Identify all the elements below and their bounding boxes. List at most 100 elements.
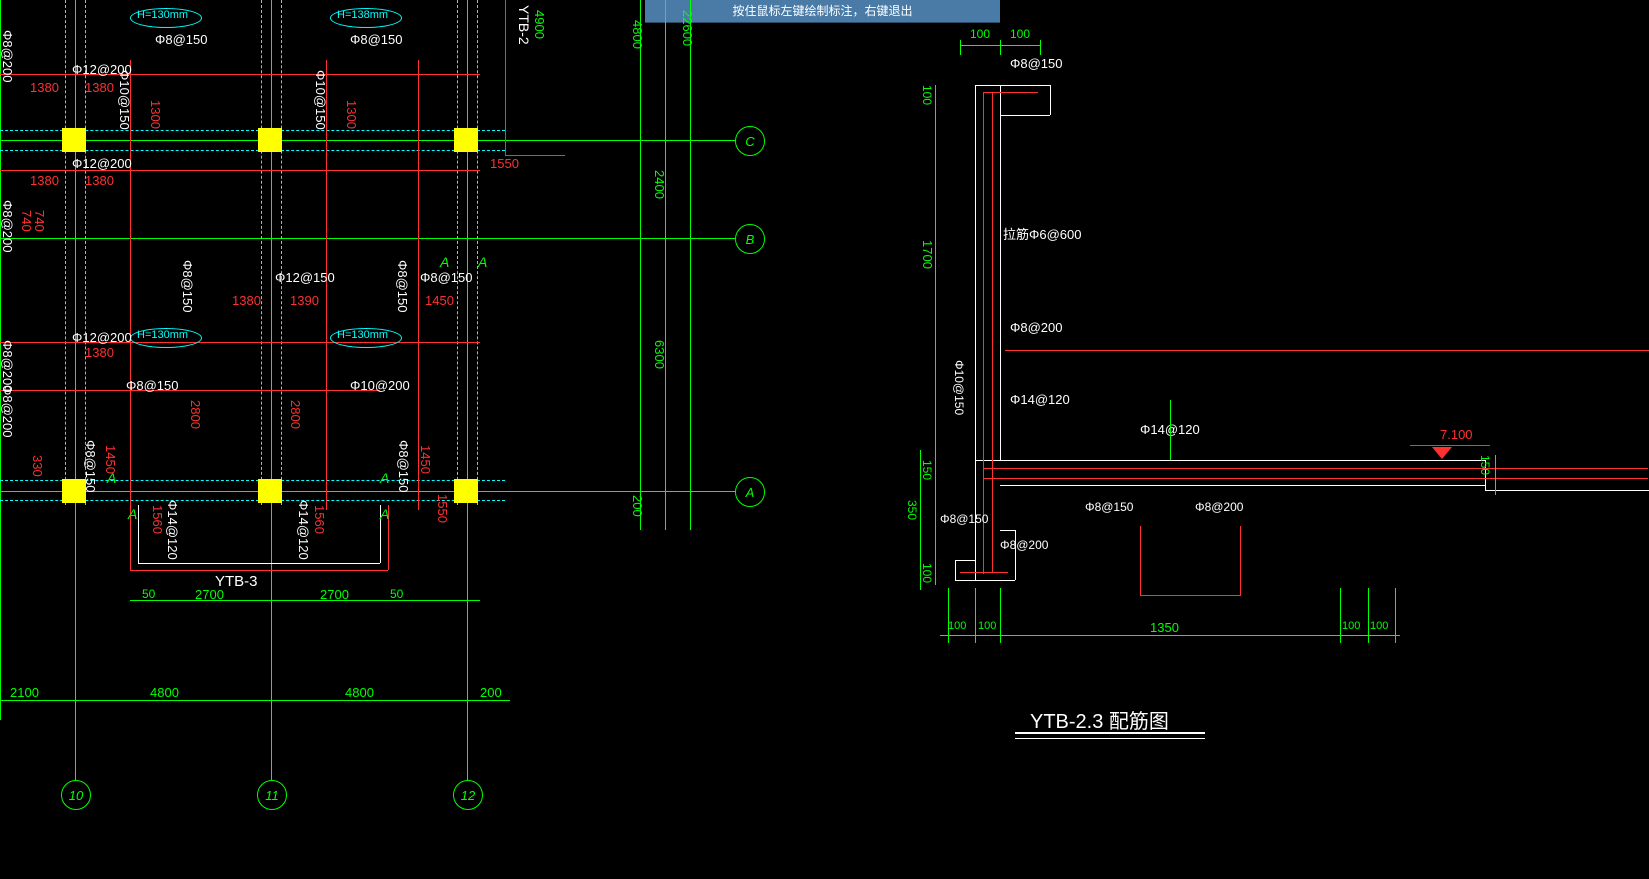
dim: 50 [142,587,155,601]
dim: 740 [32,210,47,232]
dim: 1550 [490,156,519,171]
dim-tick [1395,588,1396,643]
dim: 6300 [652,340,667,369]
dim: 1380 [85,345,114,360]
rebar-label: Φ8@150 [350,32,403,47]
dim: 100 [1342,620,1360,632]
hint-banner: 按住鼠标左键绘制标注，右键退出 [645,0,1000,23]
section-outline [1050,85,1051,115]
dim-chain [935,85,936,585]
rebar-label: Φ10@150 [952,360,966,415]
dim: 100 [948,620,966,632]
slab-edge [281,0,282,505]
rebar-label: Φ10@200 [350,378,410,393]
column [62,128,86,152]
dim: 100 [920,563,934,583]
dim-tick [960,40,961,55]
section-outline [1000,485,1485,486]
rebar-label: Φ8@150 [155,32,208,47]
dim: 1450 [418,445,433,474]
dim-chain-3 [690,0,691,530]
dim: 100 [1010,27,1030,41]
grid-bubble-12: 12 [453,780,483,810]
ytb3-outer [138,563,380,564]
section-outline [975,85,1050,86]
dim: 4800 [630,20,645,49]
rebar-label: Φ12@200 [72,156,132,171]
thickness-label: H=130mm [337,329,388,341]
dim: 1300 [148,100,163,129]
dim-line [0,700,510,701]
dim-chain-1 [640,0,641,530]
ref-line [1170,400,1171,460]
ytb3-outline [130,570,388,571]
dim: 4800 [150,685,179,700]
dim: 22600 [680,10,695,46]
rebar-label: Φ8@150 [180,260,195,313]
cad-drawing-canvas[interactable]: 按住鼠标左键绘制标注，右键退出 10 11 12 C B A [0,0,1649,879]
column [258,128,282,152]
section-mark-A: A [380,470,389,486]
rebar-label: Φ14@120 [165,500,180,560]
rebar-label: Φ12@150 [275,270,335,285]
section-mark-A: A [380,506,389,522]
rebar [960,572,1008,573]
section-outline [1485,490,1649,491]
section-outline [955,560,975,561]
rebar [1240,526,1241,596]
rebar-label: Φ8@150 [126,378,179,393]
rebar-label: Φ14@120 [1010,392,1070,407]
dim: 1350 [1150,620,1179,635]
dim-line [1495,455,1496,495]
rebar [1140,526,1141,596]
rebar-label: Φ8@150 [395,260,410,313]
section-outline [1000,85,1001,460]
dim: 150 [920,460,934,480]
rebar-label: Φ8@200 [1000,538,1048,552]
dim: 50 [390,587,403,601]
slab-edge [65,0,66,505]
rebar-label: Φ14@120 [296,500,311,560]
ytb3-outer [138,505,139,563]
rebar [983,92,984,574]
gridline-A [0,491,735,492]
dim-chain-2 [665,0,666,530]
dim: 2100 [10,685,39,700]
section-mark-A: A [478,254,487,270]
gridline-B [0,238,735,239]
column [258,479,282,503]
grid-bubble-C: C [735,126,765,156]
dim: 1380 [30,173,59,188]
dim-line [130,600,480,601]
section-outline [1000,530,1015,531]
rebar-line [0,390,380,391]
dim: 200 [480,685,502,700]
rebar [1005,350,1649,351]
rebar-line [418,60,419,510]
grid-bubble-B: B [735,224,765,254]
dim: 2700 [320,587,349,602]
rebar-label: Φ8@150 [83,440,98,493]
rebar [983,92,1038,93]
section-outline [975,85,976,485]
column [454,479,478,503]
rebar-label: Φ8@150 [420,270,473,285]
dim: 1560 [312,505,327,534]
grid-bubble-10: 10 [61,780,91,810]
slab-edge [457,0,458,505]
dim: 1380 [30,80,59,95]
section-mark-A: A [107,470,116,486]
rebar-label: Φ10@150 [313,70,328,130]
dim: 100 [978,620,996,632]
thickness-label: H=138mm [337,9,388,21]
rebar-label: Φ8@150 [1010,56,1063,71]
dim: 1380 [85,173,114,188]
grid-bubble-A: A [735,477,765,507]
title-underline [1015,738,1205,739]
dim: 1700 [920,240,935,269]
title-underline [1015,732,1205,734]
rebar-label: Φ8@150 [940,512,988,526]
dim: 350 [905,500,919,520]
dim: 2400 [652,170,667,199]
rebar [983,478,1648,479]
